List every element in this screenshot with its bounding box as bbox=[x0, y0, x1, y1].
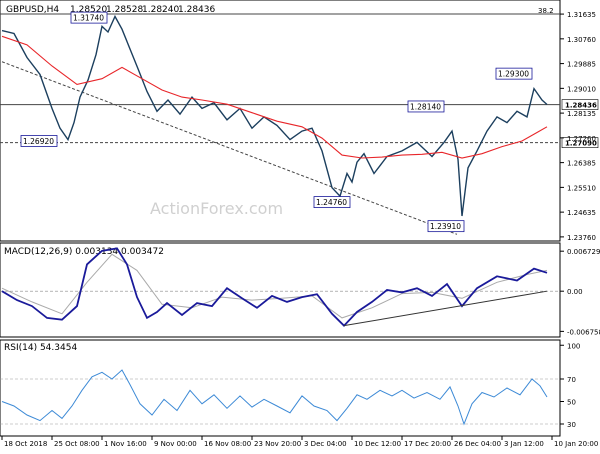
x-tick-label: 16 Nov 08:00 bbox=[204, 440, 251, 448]
price-label: 1.29300 bbox=[498, 70, 529, 79]
x-axis: 18 Oct 2018 25 Oct 08:00 1 Nov 16:00 9 Nov … bbox=[1, 436, 598, 448]
x-tick-label: 10 Dec 12:00 bbox=[354, 440, 401, 448]
x-tick-label: 26 Dec 04:00 bbox=[454, 440, 501, 448]
forex-chart: GBPUSD,H4 1.28520 1.28528 1.28240 1.2843… bbox=[0, 0, 600, 450]
macd-panel: MACD(12,26,9) 0.003134 0.003472 bbox=[0, 242, 561, 338]
rsi-y-tick-label: 30 bbox=[567, 421, 576, 429]
level-value-label: 1.28436 bbox=[565, 102, 597, 110]
price-y-tick-label: 1.24635 bbox=[567, 209, 596, 217]
price-label: 1.31740 bbox=[73, 14, 104, 23]
price-y-tick-label: 1.29885 bbox=[567, 61, 596, 69]
rsi-panel: RSI(14) 54.3454 bbox=[0, 339, 561, 437]
price-y-tick-label: 1.23760 bbox=[567, 234, 596, 242]
price-y-axis: 1.31635 1.30760 1.29885 1.29010 1.28135 1.272… bbox=[560, 11, 596, 242]
price-y-tick-label: 1.26385 bbox=[567, 160, 596, 168]
macd-panel-title: MACD(12,26,9) 0.003134 0.003472 bbox=[4, 247, 164, 257]
rsi-panel-title: RSI(14) 54.3454 bbox=[4, 343, 77, 353]
rsi-y-tick-label: 50 bbox=[567, 399, 576, 407]
macd-y-tick-label: 0.006729 bbox=[567, 248, 600, 256]
rsi-y-tick-label: 100 bbox=[567, 342, 580, 350]
x-tick-label: 18 Oct 2018 bbox=[4, 440, 47, 448]
macd-y-tick-label: 0.00 bbox=[567, 288, 583, 296]
price-y-tick-label: 1.30760 bbox=[567, 36, 596, 44]
price-label: 1.26920 bbox=[23, 137, 54, 146]
price-y-tick-label: 1.27260 bbox=[567, 135, 596, 143]
rsi-y-axis: 100 70 50 30 bbox=[560, 342, 580, 429]
x-tick-label: 10 Jan 20:00 bbox=[554, 440, 598, 448]
x-tick-label: 23 Nov 20:00 bbox=[254, 440, 301, 448]
fib-level-label: 38.2 bbox=[538, 7, 554, 15]
price-panel: GBPUSD,H4 1.28520 1.28528 1.28240 1.2843… bbox=[0, 0, 599, 242]
x-tick-label: 1 Nov 16:00 bbox=[104, 440, 147, 448]
chart-canvas: GBPUSD,H4 1.28520 1.28528 1.28240 1.2843… bbox=[0, 0, 600, 448]
x-tick-label: 9 Nov 00:00 bbox=[154, 440, 197, 448]
price-y-tick-label: 1.25510 bbox=[567, 184, 596, 192]
price-label: 1.24760 bbox=[316, 198, 347, 207]
x-tick-label: 17 Dec 20:00 bbox=[404, 440, 451, 448]
macd-y-tick-label: -0.006758 bbox=[567, 328, 600, 336]
price-label: 1.28140 bbox=[410, 102, 441, 111]
macd-y-axis: 0.006729 0.00 -0.006758 bbox=[560, 248, 600, 336]
x-tick-label: 3 Dec 04:00 bbox=[304, 440, 347, 448]
rsi-y-tick-label: 70 bbox=[567, 376, 576, 384]
price-y-tick-label: 1.31635 bbox=[567, 11, 596, 19]
watermark: ActionForex.com bbox=[150, 199, 283, 218]
price-label: 1.23910 bbox=[430, 222, 461, 231]
x-tick-label: 25 Oct 08:00 bbox=[54, 440, 100, 448]
price-y-tick-label: 1.29010 bbox=[567, 85, 596, 93]
price-y-tick-label: 1.28135 bbox=[567, 110, 596, 118]
x-tick-label: 3 Jan 12:00 bbox=[504, 440, 544, 448]
